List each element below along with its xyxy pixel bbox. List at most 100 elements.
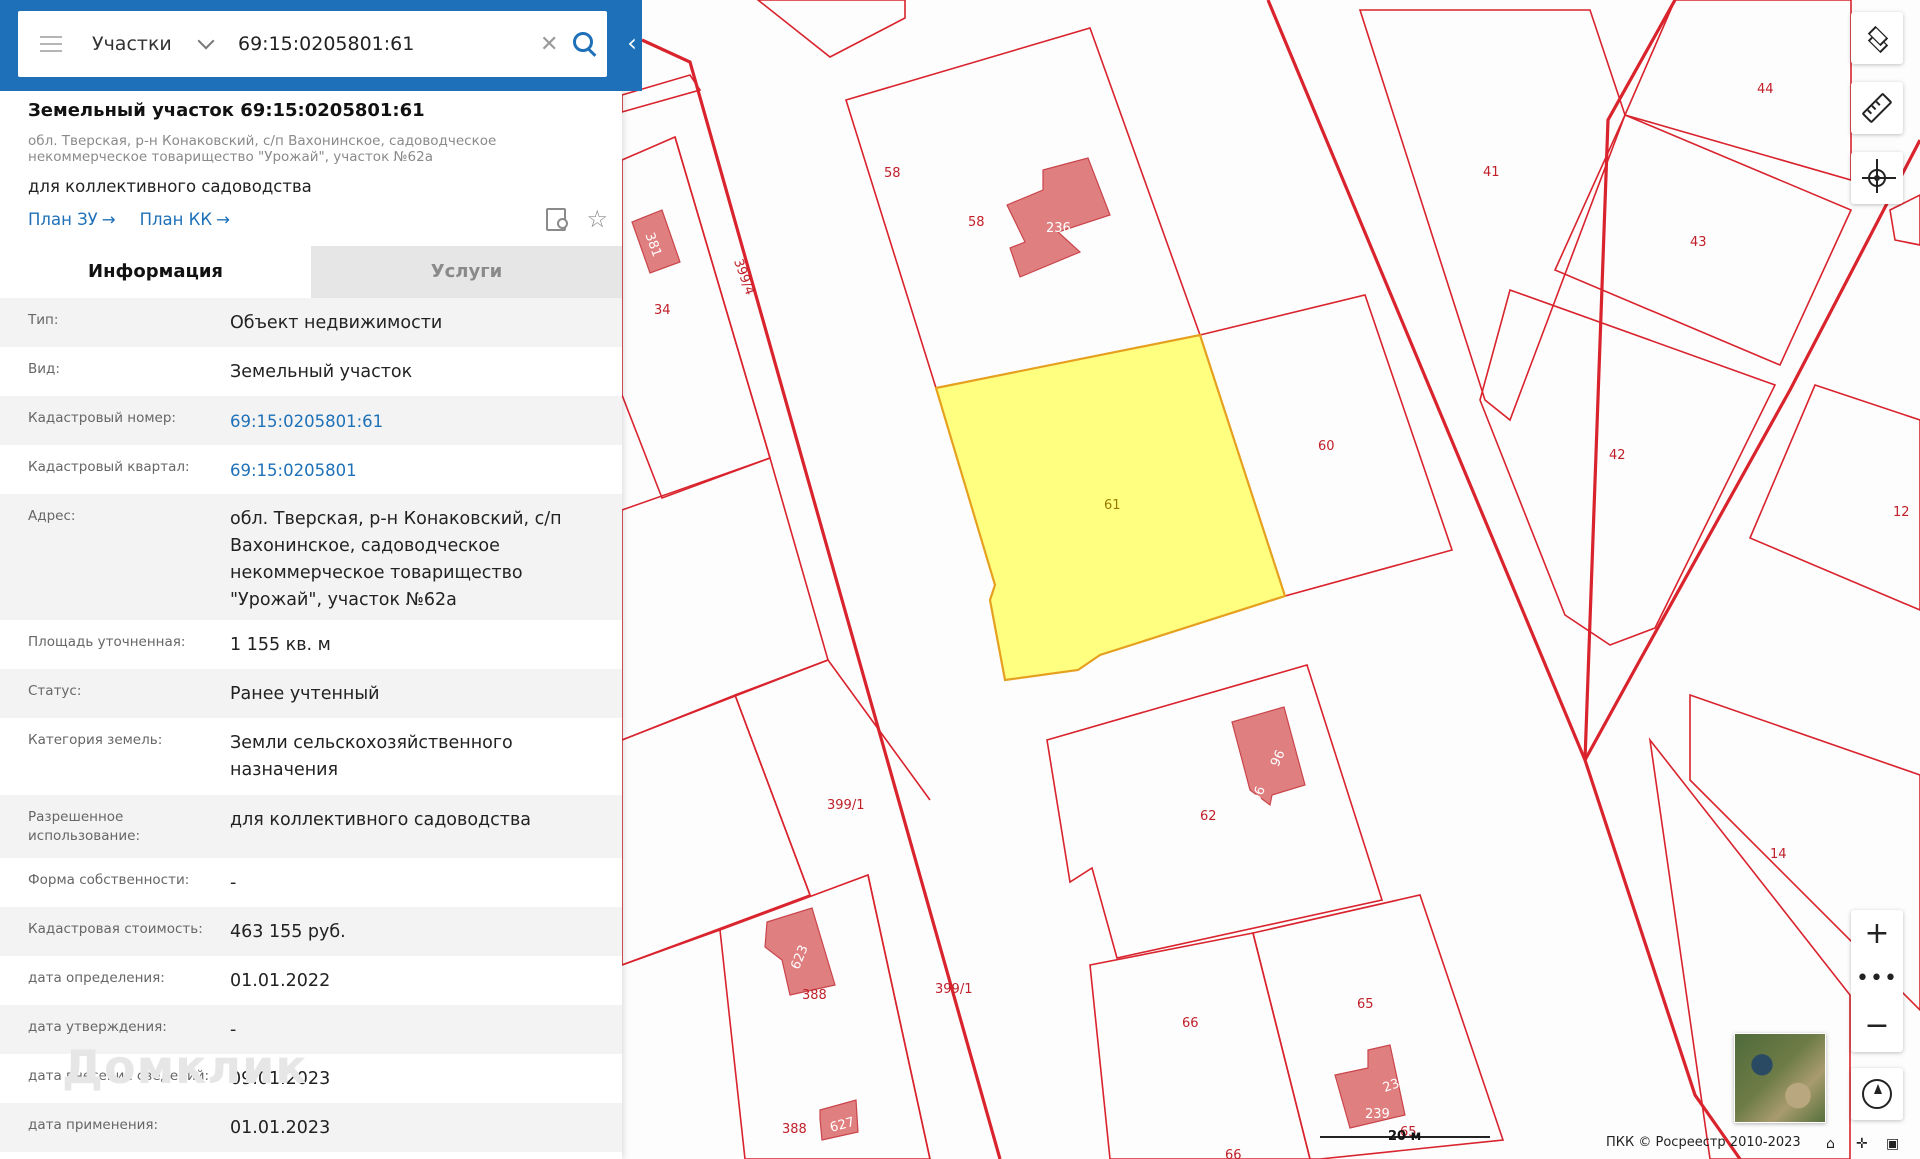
crosshair-small-icon[interactable]: ✛: [1856, 1136, 1868, 1152]
menu-icon[interactable]: [40, 36, 62, 52]
map-label: 12: [1893, 505, 1910, 520]
info-row-status: Статус: Ранее учтенный: [0, 669, 622, 718]
locate-button[interactable]: [1851, 152, 1903, 204]
map-label: 60: [1318, 439, 1335, 454]
info-row-cadastral-value: Кадастровая стоимость: 463 155 руб.: [0, 907, 622, 956]
map-label: 42: [1609, 448, 1626, 463]
plot[interactable]: [756, 0, 906, 58]
info-key: Разрешенное использование:: [28, 809, 140, 844]
info-row-area: Площадь уточненная: 1 155 кв. м: [0, 620, 622, 669]
info-row-cadastral-number: Кадастровый номер: 69:15:0205801:61: [0, 396, 622, 445]
road-boundary: [1266, 0, 1742, 1159]
info-key: дата применения:: [28, 1117, 159, 1133]
info-key: Кадастровый номер:: [28, 410, 176, 426]
map-label: 34: [654, 303, 671, 318]
plot-line: [621, 929, 721, 966]
more-icon[interactable]: •••: [1851, 956, 1903, 1002]
map-label: 399/4: [730, 257, 757, 297]
info-value: Земли сельскохозяйственного назначения: [230, 733, 513, 780]
map-label: 239: [1365, 1107, 1390, 1122]
ruler-button[interactable]: [1851, 82, 1903, 134]
layers-button[interactable]: [1851, 12, 1903, 64]
info-row-land-category: Категория земель: Земли сельскохозяйстве…: [0, 718, 622, 795]
info-key: Тип:: [28, 312, 59, 328]
plan-kk-link[interactable]: План КК →: [140, 210, 230, 229]
info-table: Тип: Объект недвижимости Вид: Земельный …: [0, 298, 622, 1152]
plot[interactable]: [1479, 288, 1777, 646]
road-boundary: [1583, 0, 1677, 761]
info-key: Кадастровый квартал:: [28, 459, 190, 475]
clear-icon[interactable]: ✕: [540, 32, 558, 57]
object-title: Земельный участок 69:15:0205801:61: [28, 100, 425, 121]
info-value: 1 155 кв. м: [230, 635, 331, 655]
plot[interactable]: [621, 456, 829, 742]
ruler-icon: [1861, 92, 1893, 124]
info-value: 01.01.2023: [230, 1118, 331, 1138]
arrow-right-icon: →: [216, 210, 230, 229]
building[interactable]: [1006, 157, 1111, 278]
star-icon[interactable]: ☆: [586, 207, 608, 231]
info-row-ownership: Форма собственности: -: [0, 858, 622, 907]
info-row-address: Адрес: обл. Тверская, р-н Конаковский, с…: [0, 494, 622, 620]
map-label: 66: [1182, 1016, 1199, 1031]
collapse-panel-button[interactable]: ‹: [622, 22, 642, 64]
map-label: 14: [1770, 847, 1787, 862]
crosshair-icon: [1862, 159, 1896, 193]
info-panel: Участки ✕ ‹ Земельный участок 69:15:0205…: [0, 0, 642, 1159]
satellite-minimap-button[interactable]: [1734, 1033, 1826, 1123]
info-value: 463 155 руб.: [230, 922, 346, 942]
info-row-kind: Вид: Земельный участок: [0, 347, 622, 396]
compass-button[interactable]: [1851, 1068, 1903, 1120]
search-icon[interactable]: [572, 31, 598, 57]
map-label: 388: [802, 988, 827, 1003]
cadastral-number-link[interactable]: 69:15:0205801:61: [230, 396, 604, 447]
info-key: Площадь уточненная:: [28, 634, 186, 650]
plan-zu-link[interactable]: План ЗУ →: [28, 210, 116, 229]
map-label: 399/1: [827, 798, 864, 813]
map-label: 66: [1225, 1148, 1242, 1159]
info-value: Земельный участок: [230, 362, 413, 382]
tab-services[interactable]: Услуги: [311, 246, 622, 298]
info-value: Ранее учтенный: [230, 684, 380, 704]
zoom-out-button[interactable]: −: [1851, 1002, 1903, 1048]
search-box: Участки ✕: [18, 11, 607, 77]
search-input[interactable]: [236, 32, 530, 56]
plot[interactable]: [1358, 9, 1626, 422]
plan-links: План ЗУ → План КК →: [28, 210, 608, 229]
plot[interactable]: [621, 135, 771, 500]
compass-icon: [1862, 1079, 1892, 1109]
scale-label: 20 м: [1388, 1129, 1422, 1144]
cadastral-quarter-link[interactable]: 69:15:0205801: [230, 445, 604, 496]
zoom-in-button[interactable]: +: [1851, 910, 1903, 956]
map-label: 388: [782, 1122, 807, 1137]
tab-information[interactable]: Информация: [0, 246, 311, 298]
map-label: 58: [884, 166, 901, 181]
chevron-down-icon[interactable]: [197, 32, 215, 50]
building[interactable]: [1231, 706, 1306, 807]
plot[interactable]: [1089, 932, 1311, 1159]
info-key: дата утверждения:: [28, 1019, 167, 1035]
search-bar: Участки ✕ ‹: [0, 0, 642, 91]
map-label: 44: [1757, 82, 1774, 97]
info-value: -: [230, 873, 237, 893]
info-value: 01.01.2022: [230, 971, 331, 991]
info-key: Кадастровая стоимость:: [28, 921, 203, 937]
map-labels: 58 58 381 34 399/4 41 44 43 42 12 60 61 …: [642, 82, 1910, 1159]
plot-line: [867, 874, 931, 1159]
search-type-select[interactable]: Участки: [92, 33, 182, 55]
info-row-cadastral-quarter: Кадастровый квартал: 69:15:0205801: [0, 445, 622, 494]
info-row-date-determination: дата определения: 01.01.2022: [0, 956, 622, 1005]
object-actions: ☆: [546, 207, 608, 231]
document-search-icon[interactable]: [546, 208, 569, 231]
map-label: 65: [1357, 997, 1374, 1012]
info-value: для коллективного садоводства: [230, 810, 531, 830]
fullscreen-icon[interactable]: ▣: [1886, 1136, 1899, 1152]
info-row-type: Тип: Объект недвижимости: [0, 298, 622, 347]
map-label: 236: [1046, 221, 1071, 236]
map-label: 41: [1483, 165, 1500, 180]
info-key: Вид:: [28, 361, 60, 377]
info-key: Форма собственности:: [28, 872, 190, 888]
home-icon[interactable]: ⌂: [1826, 1136, 1835, 1152]
info-key: Статус:: [28, 683, 82, 699]
plot-line: [734, 659, 931, 801]
